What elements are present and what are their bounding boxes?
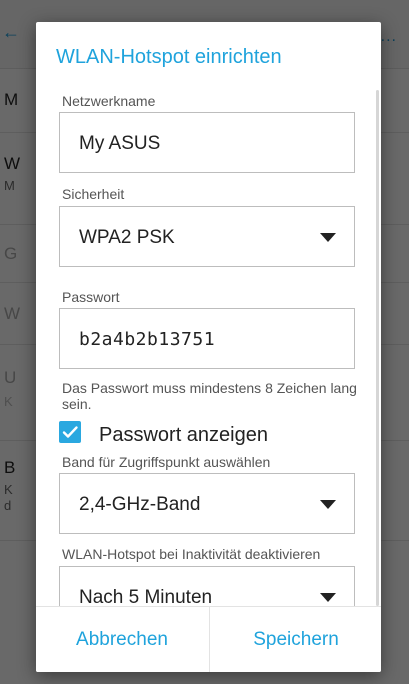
security-value: WPA2 PSK bbox=[79, 227, 175, 248]
save-button[interactable]: Speichern bbox=[209, 607, 381, 672]
dropdown-arrow-icon bbox=[320, 500, 336, 509]
password-label: Passwort bbox=[62, 289, 120, 305]
network-name-value: My ASUS bbox=[79, 133, 161, 154]
dialog-title: WLAN-Hotspot einrichten bbox=[56, 46, 282, 68]
dialog-scroll-area[interactable]: Netzwerkname My ASUS Sicherheit WPA2 PSK… bbox=[36, 90, 381, 626]
dialog-footer: Abbrechen Speichern bbox=[36, 606, 381, 672]
security-label: Sicherheit bbox=[62, 186, 125, 202]
dropdown-arrow-icon bbox=[320, 593, 336, 602]
checkmark-icon bbox=[62, 426, 78, 438]
show-password-label[interactable]: Passwort anzeigen bbox=[99, 424, 268, 447]
dropdown-arrow-icon bbox=[320, 233, 336, 242]
security-dropdown[interactable]: WPA2 PSK bbox=[59, 206, 355, 267]
scrollbar[interactable] bbox=[376, 90, 379, 606]
password-input[interactable]: b2a4b2b13751 bbox=[59, 308, 355, 369]
band-label: Band für Zugriffspunkt auswählen bbox=[62, 454, 271, 470]
inactivity-label: WLAN-Hotspot bei Inaktivität deaktiviere… bbox=[62, 546, 321, 562]
band-dropdown[interactable]: 2,4-GHz-Band bbox=[59, 473, 355, 534]
network-name-label: Netzwerkname bbox=[62, 93, 156, 109]
show-password-checkbox[interactable] bbox=[59, 421, 81, 443]
cancel-button[interactable]: Abbrechen bbox=[36, 607, 208, 672]
hotspot-setup-dialog: WLAN-Hotspot einrichten Netzwerkname My … bbox=[36, 22, 381, 672]
network-name-input[interactable]: My ASUS bbox=[59, 112, 355, 173]
password-value: b2a4b2b13751 bbox=[79, 329, 216, 350]
password-hint: Das Passwort muss mindestens 8 Zeichen l… bbox=[62, 380, 357, 412]
band-value: 2,4-GHz-Band bbox=[79, 494, 201, 515]
